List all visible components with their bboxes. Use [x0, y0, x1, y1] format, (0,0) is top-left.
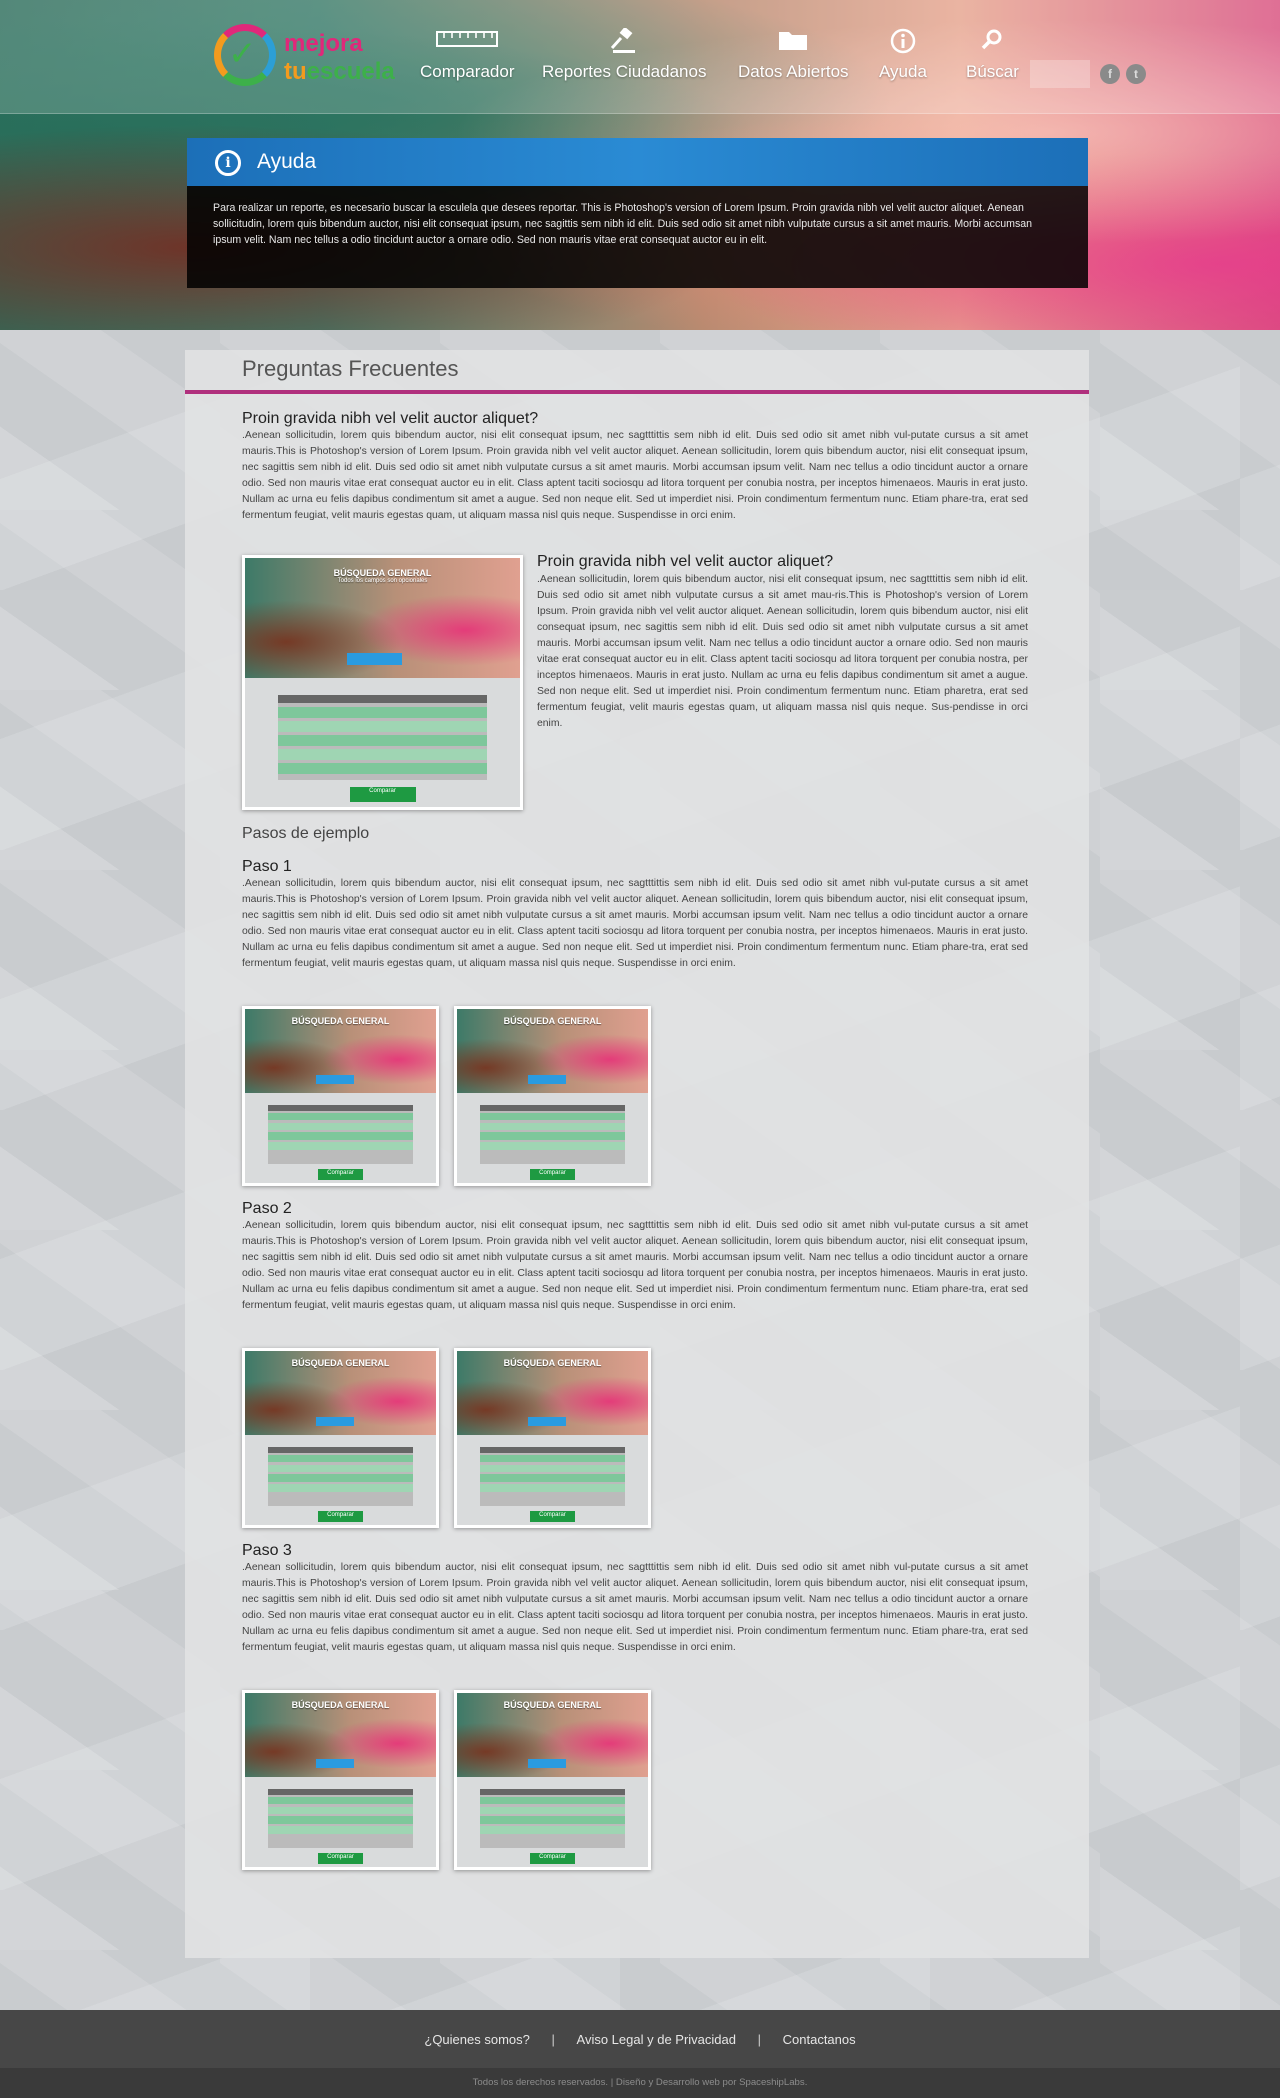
nav-label: Comparador	[420, 62, 515, 81]
nav-ayuda[interactable]: Ayuda	[879, 28, 927, 82]
screenshot-preview: BÚSQUEDA GENERAL Comparar	[457, 1009, 648, 1183]
step-screenshot[interactable]: BÚSQUEDA GENERAL Comparar	[242, 1690, 439, 1870]
help-title: Ayuda	[257, 150, 317, 173]
step-description: .Aenean sollicitudin, lorem quis bibendu…	[242, 1562, 1028, 1653]
step-screenshot[interactable]: BÚSQUEDA GENERAL Comparar	[242, 1006, 439, 1186]
title-divider	[185, 390, 1089, 394]
preview-search-button	[346, 652, 402, 666]
nav-label: Reportes Ciudadanos	[542, 62, 707, 81]
step-screenshot[interactable]: BÚSQUEDA GENERAL Comparar	[242, 1348, 439, 1528]
example-screenshot[interactable]: BÚSQUEDA GENERAL Todos los campos son opc…	[242, 555, 523, 810]
preview-title: BÚSQUEDA GENERAL Todos los campos son opc…	[333, 567, 432, 584]
footer-link-about[interactable]: ¿Quienes somos?	[424, 2032, 530, 2047]
footer-copyright: Todos los derechos reservados. | Diseño …	[0, 2068, 1280, 2098]
search-icon	[966, 28, 1019, 56]
screenshot-preview: BÚSQUEDA GENERAL Comparar	[245, 1693, 436, 1867]
step-screenshot[interactable]: BÚSQUEDA GENERAL Comparar	[454, 1006, 651, 1186]
logo-text-mejora: mejora	[284, 30, 363, 57]
nav-comparador[interactable]: Comparador	[420, 28, 515, 82]
search-input[interactable]	[1030, 60, 1090, 88]
folder-icon	[738, 28, 849, 56]
twitter-icon[interactable]: t	[1126, 64, 1146, 84]
step-description: .Aenean sollicitudin, lorem quis bibendu…	[242, 878, 1028, 969]
nav-buscar[interactable]: Búscar	[966, 28, 1019, 82]
step-screenshot[interactable]: BÚSQUEDA GENERAL Comparar	[454, 1348, 651, 1528]
footer-links: ¿Quienes somos? | Aviso Legal y de Priva…	[0, 2032, 1280, 2047]
footer-link-contact[interactable]: Contactanos	[783, 2032, 856, 2047]
site-logo[interactable]: ✓ mejora tuescuela	[214, 24, 404, 94]
gavel-icon	[542, 26, 706, 56]
ruler-icon	[420, 28, 515, 56]
screenshot-preview: BÚSQUEDA GENERAL Todos los campos son opc…	[245, 558, 520, 807]
nav-label: Datos Abiertos	[738, 62, 849, 81]
preview-table	[278, 694, 487, 780]
help-header: i Ayuda	[187, 138, 1088, 186]
top-navigation: ✓ mejora tuescuela Comparador Reportes C…	[0, 0, 1280, 114]
examples-heading: Pasos de ejemplo	[242, 825, 370, 842]
question-title: Proin gravida nibh vel velit auctor aliq…	[537, 553, 834, 570]
check-icon: ✓	[228, 34, 257, 74]
facebook-icon[interactable]: f	[1100, 64, 1120, 84]
preview-compare-button: Comparar	[349, 787, 416, 803]
question-title: Proin gravida nibh vel velit auctor aliq…	[242, 410, 539, 427]
faq-panel: Preguntas Frecuentes Proin gravida nibh …	[185, 350, 1089, 1958]
step-screenshot[interactable]: BÚSQUEDA GENERAL Comparar	[454, 1690, 651, 1870]
footer: ¿Quienes somos? | Aviso Legal y de Priva…	[0, 2010, 1280, 2098]
nav-datos-abiertos[interactable]: Datos Abiertos	[738, 28, 849, 82]
footer-link-legal[interactable]: Aviso Legal y de Privacidad	[577, 2032, 736, 2047]
screenshot-preview: BÚSQUEDA GENERAL Comparar	[245, 1351, 436, 1525]
footer-separator: |	[757, 2032, 761, 2047]
info-icon	[879, 28, 927, 56]
step-title: Paso 1	[242, 858, 292, 875]
step-title: Paso 3	[242, 1542, 292, 1559]
screenshot-preview: BÚSQUEDA GENERAL Comparar	[457, 1693, 648, 1867]
info-icon: i	[215, 150, 241, 176]
faq-title: Preguntas Frecuentes	[242, 356, 459, 381]
screenshot-preview: BÚSQUEDA GENERAL Comparar	[245, 1009, 436, 1183]
help-description: Para realizar un reporte, es necesario b…	[187, 186, 1088, 288]
logo-text-escuela: tuescuela	[284, 58, 395, 85]
footer-separator: |	[551, 2032, 555, 2047]
nav-reportes-ciudadanos[interactable]: Reportes Ciudadanos	[542, 26, 707, 82]
screenshot-preview: BÚSQUEDA GENERAL Comparar	[457, 1351, 648, 1525]
question-answer: .Aenean sollicitudin, lorem quis bibendu…	[537, 574, 1028, 729]
nav-label: Búscar	[966, 62, 1019, 81]
step-title: Paso 2	[242, 1200, 292, 1217]
question-answer: .Aenean sollicitudin, lorem quis bibendu…	[242, 430, 1028, 521]
step-description: .Aenean sollicitudin, lorem quis bibendu…	[242, 1220, 1028, 1311]
nav-label: Ayuda	[879, 62, 927, 81]
